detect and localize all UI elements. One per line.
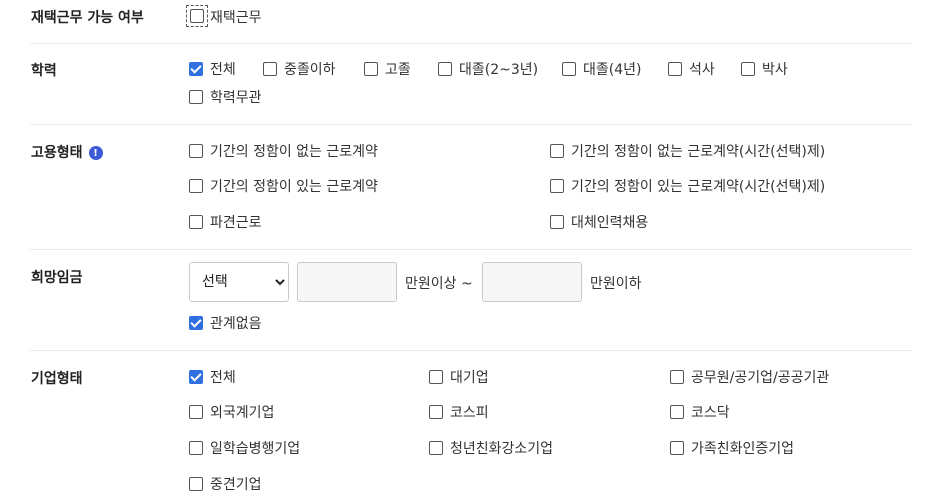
option-label: 관계없음 (210, 316, 262, 332)
option-label: 전체 (210, 62, 236, 78)
company-option-kospi[interactable]: 코스피 (429, 402, 489, 422)
company-section: 기업형태 전체 대기업 공무원/공기업/공공기관 외국계기업 코스피 코스닥 일… (0, 351, 912, 500)
salary-type-select[interactable]: 선택 (189, 262, 289, 302)
education-option-college-4[interactable]: 대졸(4년) (562, 59, 641, 79)
option-label: 기간의 정함이 없는 근로계약 (210, 144, 378, 160)
checkbox-box (429, 441, 443, 455)
remote-work-option-label[interactable]: 재택근무 (210, 7, 262, 27)
company-option-large[interactable]: 대기업 (429, 367, 489, 387)
option-label: 대체인력채용 (571, 215, 649, 231)
education-option-high-school[interactable]: 고졸 (364, 59, 411, 79)
education-option-college-2-3[interactable]: 대졸(2~3년) (438, 59, 538, 79)
checkbox-box (670, 441, 684, 455)
education-option-middle-school[interactable]: 중졸이하 (263, 59, 336, 79)
checkbox-box (741, 62, 755, 76)
checkbox-box (429, 405, 443, 419)
option-label: 대졸(4년) (583, 62, 642, 78)
company-option-all[interactable]: 전체 (189, 367, 236, 387)
option-label: 학력무관 (210, 90, 262, 106)
option-label: 공무원/공기업/공공기관 (691, 370, 830, 386)
option-label: 파견근로 (210, 215, 262, 231)
education-option-master[interactable]: 석사 (668, 59, 715, 79)
option-label: 청년친화강소기업 (450, 441, 554, 457)
education-option-doctor[interactable]: 박사 (741, 59, 788, 79)
salary-min-suffix: 만원이상 ~ (405, 276, 473, 292)
checkbox-box (668, 62, 682, 76)
company-option-work-study[interactable]: 일학습병행기업 (189, 438, 300, 458)
checkbox-box (670, 405, 684, 419)
remote-work-label: 재택근무 가능 여부 (31, 10, 144, 26)
checkbox-box (550, 179, 564, 193)
option-label: 일학습병행기업 (210, 441, 301, 457)
checkbox-box (550, 144, 564, 158)
company-option-family-friendly[interactable]: 가족친화인증기업 (670, 438, 794, 458)
education-section: 학력 전체 중졸이하 고졸 대졸(2~3년) 대졸(4년) 석사 박사 학력무관 (0, 44, 912, 125)
checkbox-box (189, 215, 203, 229)
employment-option-permanent-parttime[interactable]: 기간의 정함이 없는 근로계약(시간(선택)제) (550, 141, 825, 161)
option-label: 코스닥 (691, 405, 730, 421)
checkbox-box (670, 370, 684, 384)
employment-label: 고용형태 (31, 145, 83, 161)
company-option-foreign[interactable]: 외국계기업 (189, 402, 274, 422)
salary-section: 희망임금 선택 만원이상 ~ 만원이하 관계없음 (0, 250, 912, 351)
education-option-all[interactable]: 전체 (189, 59, 236, 79)
education-label: 학력 (31, 63, 57, 79)
checkbox-box (189, 90, 203, 104)
company-option-public[interactable]: 공무원/공기업/공공기관 (670, 367, 829, 387)
checkbox-box (189, 144, 203, 158)
salary-label: 희망임금 (31, 270, 83, 286)
salary-max-suffix: 만원이하 (590, 276, 642, 292)
checkbox-box (550, 215, 564, 229)
checkbox-box (190, 9, 204, 23)
employment-option-substitute[interactable]: 대체인력채용 (550, 212, 648, 232)
company-option-youth-friendly[interactable]: 청년친화강소기업 (429, 438, 553, 458)
employment-option-fixed-term-parttime[interactable]: 기간의 정함이 있는 근로계약(시간(선택)제) (550, 176, 825, 196)
remote-work-section: 재택근무 가능 여부 재택근무 (0, 0, 912, 44)
option-label: 외국계기업 (210, 405, 275, 421)
checkbox-box (364, 62, 378, 76)
employment-option-dispatch[interactable]: 파견근로 (189, 212, 262, 232)
education-option-any[interactable]: 학력무관 (189, 87, 262, 107)
option-label: 박사 (762, 62, 788, 78)
checkbox-box (189, 179, 203, 193)
salary-min-input[interactable] (297, 262, 397, 302)
company-option-mid-size[interactable]: 중견기업 (189, 474, 262, 494)
option-label: 중졸이하 (284, 62, 336, 78)
checkbox-box (263, 62, 277, 76)
checkbox-box (189, 370, 203, 384)
option-label: 석사 (689, 62, 715, 78)
checkbox-box (562, 62, 576, 76)
checkbox-box (189, 316, 203, 330)
info-icon[interactable]: ! (88, 146, 103, 160)
checkbox-box (429, 370, 443, 384)
option-label: 기간의 정함이 있는 근로계약 (210, 179, 378, 195)
option-label: 중견기업 (210, 477, 262, 493)
employment-option-permanent[interactable]: 기간의 정함이 없는 근로계약 (189, 141, 378, 161)
employment-option-fixed-term[interactable]: 기간의 정함이 있는 근로계약 (189, 176, 378, 196)
salary-max-input[interactable] (482, 262, 582, 302)
checkbox-box (438, 62, 452, 76)
checkbox-box (189, 405, 203, 419)
checkbox-box (189, 477, 203, 491)
employment-label-wrap: 고용형태! (31, 142, 103, 162)
option-label: 대졸(2~3년) (459, 62, 539, 78)
option-label: 코스피 (450, 405, 489, 421)
option-label: 전체 (210, 370, 236, 386)
company-label: 기업형태 (31, 371, 83, 387)
checkbox-box (189, 441, 203, 455)
checkbox-box (189, 62, 203, 76)
option-label: 고졸 (385, 62, 411, 78)
option-label: 가족친화인증기업 (691, 441, 795, 457)
option-label: 기간의 정함이 있는 근로계약(시간(선택)제) (571, 179, 826, 195)
option-label: 기간의 정함이 없는 근로계약(시간(선택)제) (571, 144, 826, 160)
remote-work-checkbox[interactable] (186, 5, 208, 27)
company-option-kosdaq[interactable]: 코스닥 (670, 402, 730, 422)
option-label: 대기업 (450, 370, 489, 386)
employment-section: 고용형태! 기간의 정함이 없는 근로계약 기간의 정함이 없는 근로계약(시간… (0, 125, 912, 250)
salary-no-matter-option[interactable]: 관계없음 (189, 313, 262, 333)
